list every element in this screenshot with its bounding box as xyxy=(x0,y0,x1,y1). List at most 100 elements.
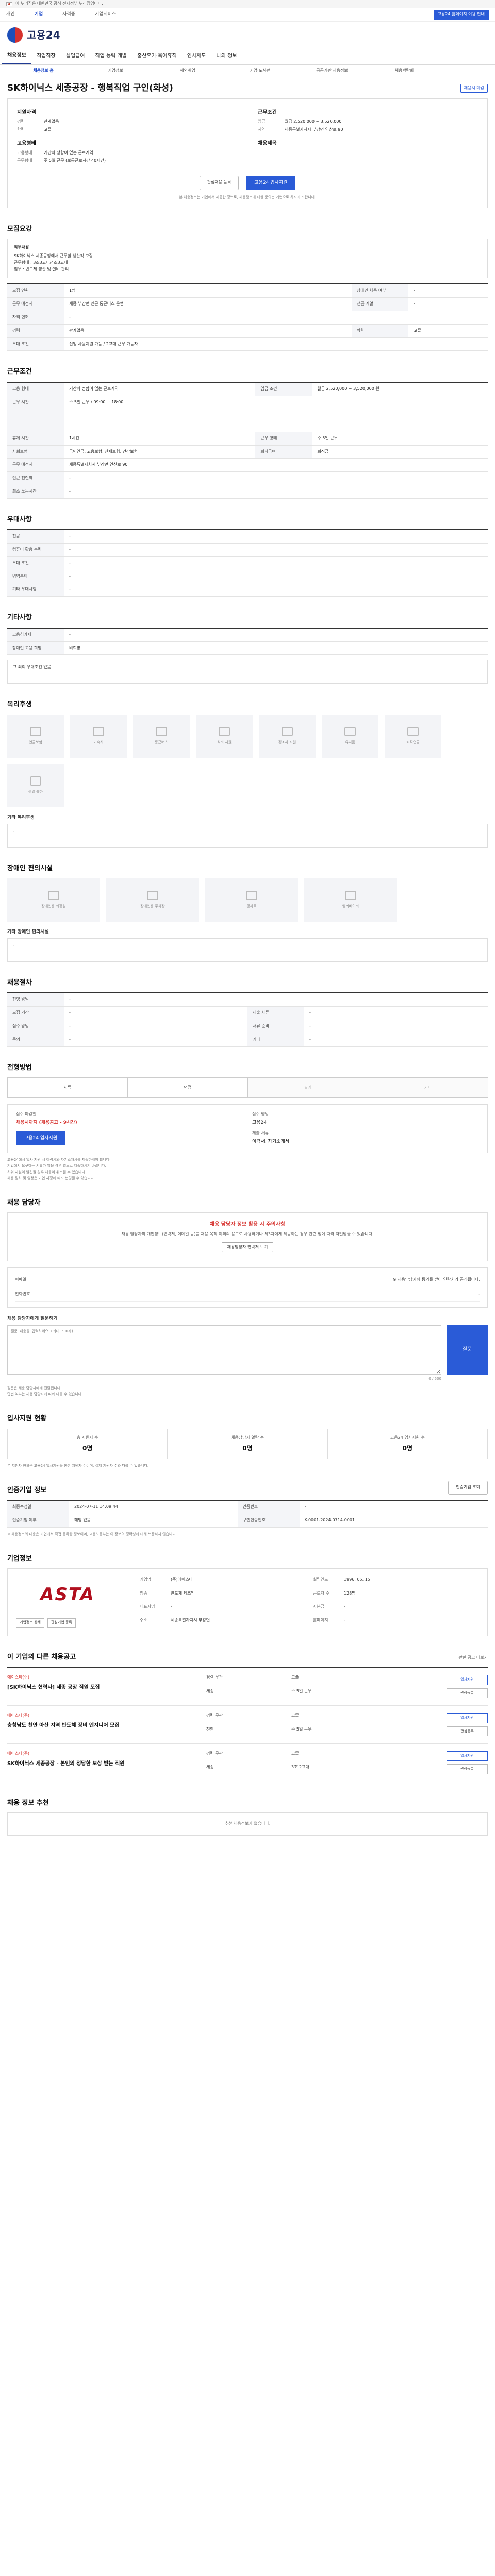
gnb-item-hr[interactable]: 인사제도 xyxy=(182,48,211,64)
tab-fair[interactable]: 채용박람회 xyxy=(368,68,440,74)
cake-icon xyxy=(30,776,41,786)
table-row: 우대 조건 신입 사원지원 가능 / 2교대 근무 가능자 xyxy=(7,337,488,351)
apply-notes: 고용24에서 입사 지원 시 이력서와 자기소개서를 제출하셔야 합니다. 기업… xyxy=(7,1158,111,1180)
question-submit-button[interactable]: 질문 xyxy=(447,1325,488,1375)
section-title: 모집요강 xyxy=(7,225,32,233)
table-row: 전형 방법 - xyxy=(7,993,488,1007)
welfare-card: 퇴직연금 xyxy=(385,714,441,758)
table-row: 근무 예정지 세종특별자치시 부강면 연산로 90 xyxy=(7,458,488,472)
uniform-icon xyxy=(344,727,356,737)
apply-button-2[interactable]: 고용24 입사지원 xyxy=(16,1131,65,1146)
pension-icon xyxy=(30,727,41,737)
duty-label: 직무내용 xyxy=(14,245,29,250)
table-row: 고용허가제 - xyxy=(7,628,488,642)
section-title: 인증기업 정보 xyxy=(7,1486,47,1494)
related-job-title[interactable]: 충청남도 천안 아산 지역 반도체 장비 엔지니어 모집 xyxy=(7,1722,152,1730)
page-title: SK하이닉스 세종공장 - 행복직업 구인(화성) xyxy=(7,83,173,93)
table-row: 인증기업 여부 해당 없음 구인인증번호 K-0001-2024-0714-0001 xyxy=(7,1514,488,1528)
welfare-card: 연금보험 xyxy=(7,714,64,758)
table-row: 컴퓨터 활용 능력 - xyxy=(7,543,488,557)
duty-line: 업무 : 반도체 생산 및 설비 관리 xyxy=(14,266,69,272)
top-link-company[interactable]: 기업 xyxy=(35,11,43,18)
table-row: 기타 우대사항 - xyxy=(7,583,488,597)
related-apply-button[interactable]: 입사지원 xyxy=(447,1675,488,1685)
stats-row: 총 지원자 수 0명 채용담당자 열람 수 0명 고용24 입사지원 수 0명 xyxy=(7,1428,488,1459)
top-link-personal[interactable]: 개인 xyxy=(6,11,15,18)
table-row: 전공 - xyxy=(7,530,488,544)
table-row: 최종수정일 2024-07-11 14:09:44 인증번호 - xyxy=(7,1500,488,1515)
top-link-company-service[interactable]: 기업서비스 xyxy=(95,11,116,18)
related-interest-button[interactable]: 관심등록 xyxy=(447,1726,488,1737)
related-interest-button[interactable]: 관심등록 xyxy=(447,1764,488,1774)
related-apply-button[interactable]: 입사지원 xyxy=(447,1713,488,1723)
elevator-icon xyxy=(345,890,356,900)
guide-button[interactable]: 고용24 홈페이지 이용 안내 xyxy=(433,10,489,20)
tab-company-info[interactable]: 기업정보 xyxy=(79,68,152,74)
tab-library[interactable]: 기업·도서관 xyxy=(224,68,296,74)
summary-notice: 본 채용정보는 기업에서 제공한 정보로, 채용정보에 대한 문의는 기업으로 … xyxy=(179,195,316,200)
status-badge: 채용시 마감 xyxy=(460,84,488,93)
related-apply-button[interactable]: 입사지원 xyxy=(447,1751,488,1761)
question-input[interactable] xyxy=(7,1325,441,1375)
summary-left: 지원자격 경력 관계없음 학력 고졸 고용형태 고용형태 기간의 정함이 없는 근로계… xyxy=(17,106,237,166)
table-row: 경력 관계없음 학력 고졸 xyxy=(7,324,488,338)
stat-cell: 고용24 입사지원 수 0명 xyxy=(390,1435,425,1452)
section-title: 채용 정보 추천 xyxy=(7,1799,49,1807)
method-written: 필기 xyxy=(248,1077,368,1098)
section-title: 입사지원 현황 xyxy=(7,1415,47,1423)
tab-public[interactable]: 공공기관 채용정보 xyxy=(296,68,368,74)
parking-icon xyxy=(147,890,158,900)
gnb-item-jobs[interactable]: 채용정보 xyxy=(2,48,31,64)
qualification-table: 전공 - 컴퓨터 활용 능력 - 우대 조건 - 병역특례 - 기타 우대사항 - xyxy=(7,529,488,597)
welfare-card: 유니폼 xyxy=(322,714,378,758)
table-row: 모집 인원 1명 장애인 채용 여부 - xyxy=(7,284,488,298)
table-row: 병역특례 - xyxy=(7,570,488,584)
table-row: 인근 전철역 - xyxy=(7,471,488,485)
main-navigation: 채용정보 직업직장 실업급여 직업 능력 개발 출산휴가·육아휴직 인사제도 나… xyxy=(0,48,495,65)
summary-heading: 고용형태 xyxy=(17,141,36,147)
meal-icon xyxy=(219,727,230,737)
tab-jobs-home[interactable]: 채용정보 홈 xyxy=(7,68,79,74)
company-interest-button[interactable]: 관심기업 등록 xyxy=(47,1618,76,1628)
welfare-extra: - xyxy=(7,824,488,848)
section-title: 우대사항 xyxy=(7,515,32,523)
show-contact-button[interactable]: 채용담당자 연락처 보기 xyxy=(221,1242,274,1253)
company-detail-button[interactable]: 기업정보 상세 xyxy=(16,1618,44,1628)
char-count: 0 / 500 xyxy=(428,1377,441,1381)
gnb-item-career[interactable]: 직업직장 xyxy=(31,48,61,64)
top-link-cert[interactable]: 자격증 xyxy=(62,11,75,18)
related-more-link[interactable]: 관련 공고 더보기 xyxy=(458,1655,488,1661)
job-header: SK하이닉스 세종공장 - 행복직업 구인(화성) 채용시 마감 xyxy=(7,77,488,98)
related-interest-button[interactable]: 관심등록 xyxy=(447,1688,488,1699)
summary-row: 임금 월급 2,520,000 ~ 3,520,000 xyxy=(258,119,342,124)
gnb-item-training[interactable]: 직업 능력 개발 xyxy=(90,48,132,64)
question-form: 질문 xyxy=(7,1325,488,1375)
welfare-card: 식비 지원 xyxy=(196,714,253,758)
welfare-cards: 연금보험 기숙사 통근버스 식비 지원 경조사 지원 유니폼 퇴직연금 생일 축… xyxy=(7,714,488,807)
method-other: 기타 xyxy=(368,1077,488,1098)
gnb-item-leave[interactable]: 출산휴가·육아휴직 xyxy=(132,48,182,64)
section-title: 근무조건 xyxy=(7,368,32,376)
table-row: 근무 예정지 세종 부강면 인근 통근버스 운행 전공 계열 - xyxy=(7,297,488,312)
duty-line: SK하이닉스 세종공장에서 근무할 생산직 모집 xyxy=(14,253,93,259)
apply-button[interactable]: 고용24 입사지원 xyxy=(246,176,296,191)
cert-lookup-button[interactable]: 인증기업 조회 xyxy=(448,1481,488,1495)
summary-row: 근무형태 주 5일 근무 (보통근로시간 40시간) xyxy=(17,158,106,163)
summary-row: 학력 고졸 xyxy=(17,127,52,132)
info-table: 최종수정일 2024-07-11 14:09:44 인증번호 - 인증기업 여부 해당 … xyxy=(7,1500,488,1528)
save-interest-button[interactable]: 관심채용 등록 xyxy=(199,176,239,191)
table-row: 문의 - 기타 - xyxy=(7,1033,488,1047)
tab-overseas[interactable]: 해외취업 xyxy=(152,68,224,74)
gnb-item-unemployment[interactable]: 실업급여 xyxy=(61,48,90,64)
related-job-title[interactable]: SK하이닉스 세종공장 - 본인의 정당한 보상 받는 직원 xyxy=(7,1760,152,1768)
company-box: ASTA 기업정보 상세 관심기업 등록 기업명 (주)에이스타 설립연도 1996… xyxy=(7,1568,488,1636)
logo-icon[interactable] xyxy=(7,27,23,43)
other-extra: 그 외의 우대조건 없음 xyxy=(7,660,488,684)
related-job-title[interactable]: [SK하이닉스 협력사] 세종 공장 직원 모집 xyxy=(7,1684,152,1691)
duty-line: 근무형태 : 3조3교대/4조3교대 xyxy=(14,260,68,265)
recruit-table: 모집 인원 1명 장애인 채용 여부 - 근무 예정지 세종 부강면 인근 통근버스 운… xyxy=(7,283,488,351)
gnb-item-myinfo[interactable]: 나의 정보 xyxy=(211,48,242,64)
contact-row: 이메일 ※ 채용담당자의 동의를 받아 연락처가 공개됩니다. xyxy=(15,1273,480,1288)
logo-text[interactable]: 고용24 xyxy=(27,28,60,42)
stat-cell: 채용담당자 열람 수 0명 xyxy=(168,1429,328,1459)
